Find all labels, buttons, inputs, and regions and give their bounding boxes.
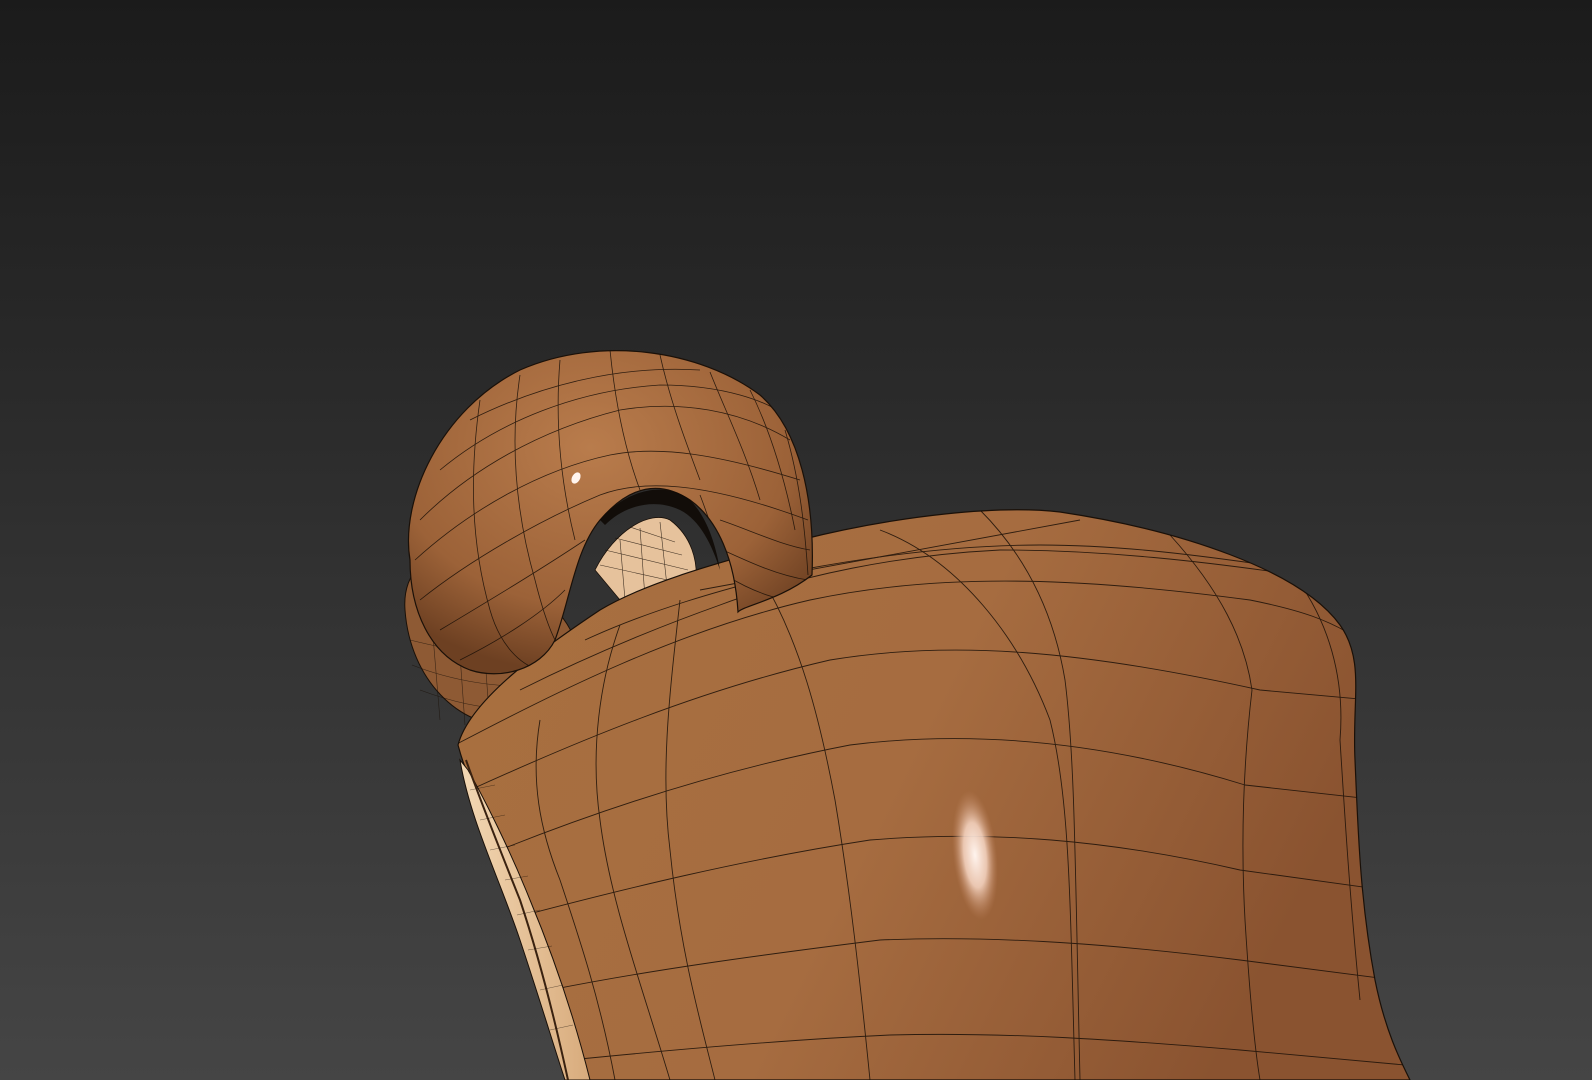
3d-viewport[interactable] (0, 0, 1592, 1080)
viewport-scene[interactable] (0, 0, 1592, 1080)
